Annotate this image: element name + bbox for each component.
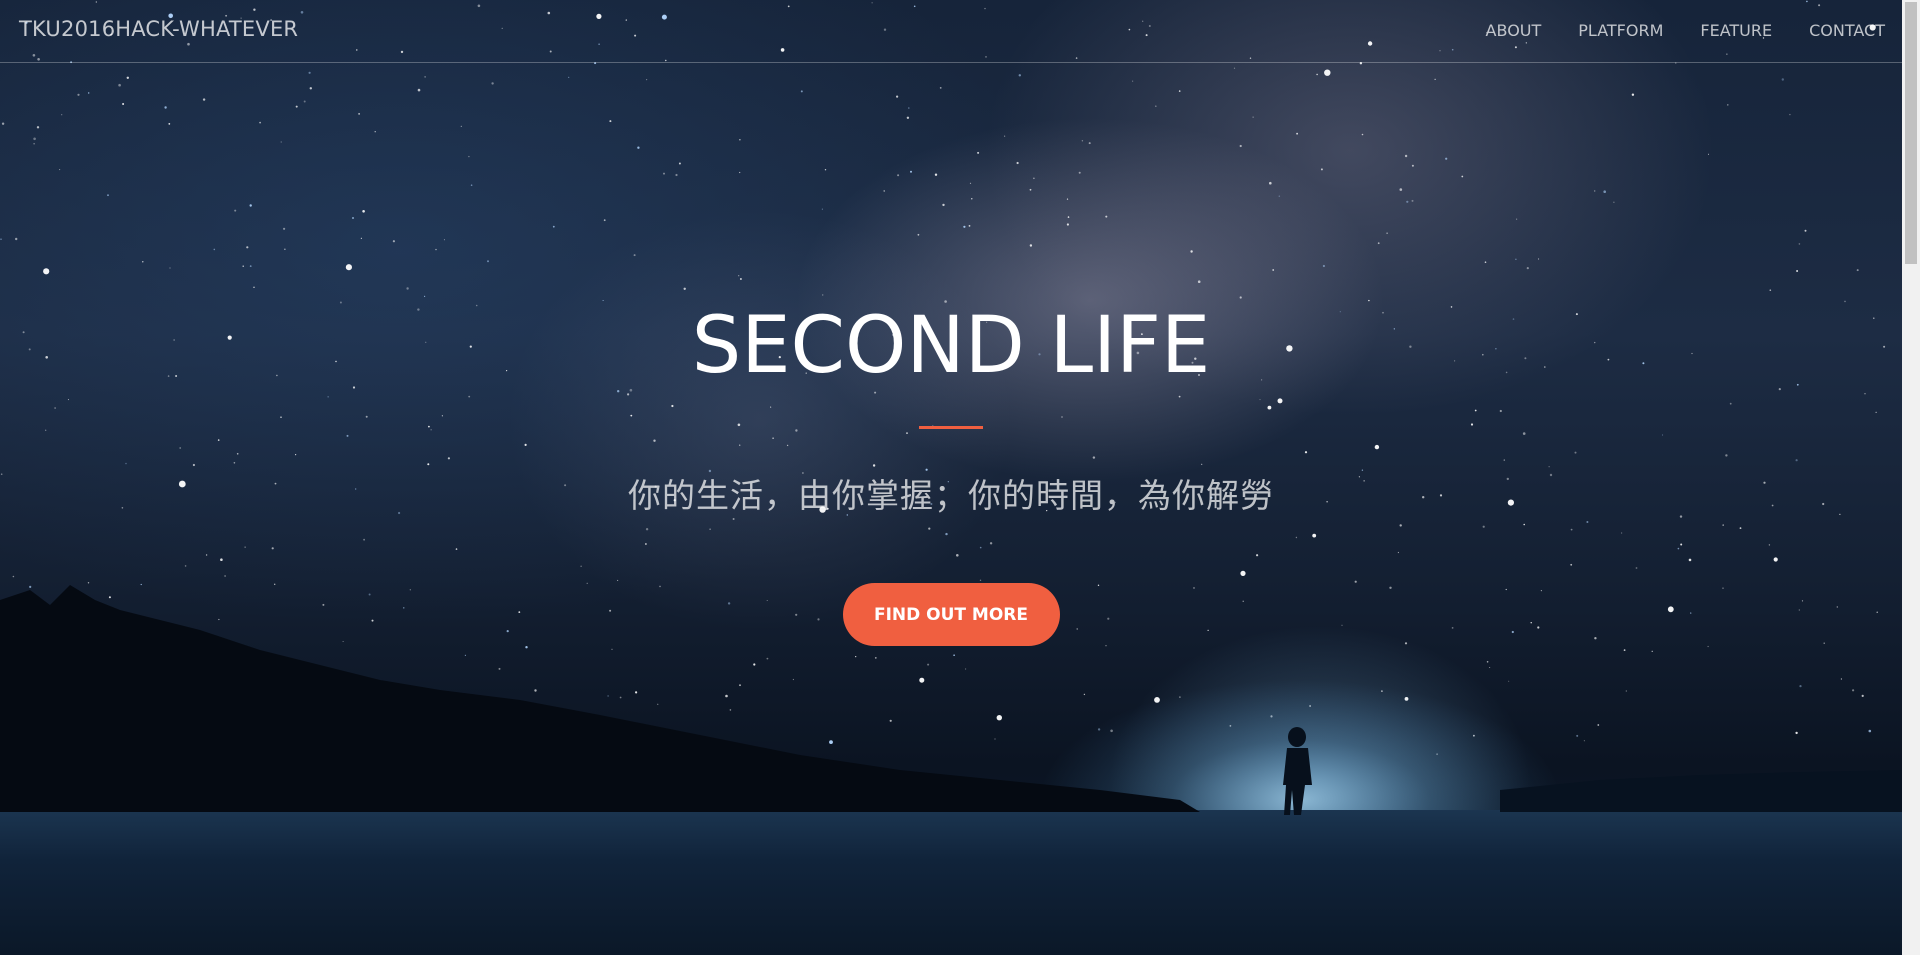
nav-links: ABOUT PLATFORM FEATURE CONTACT [1486,21,1885,40]
vertical-scrollbar[interactable] [1902,0,1920,955]
nav-link-contact[interactable]: CONTACT [1809,21,1885,40]
brand-logo-text[interactable]: TKU2016HACK-WHATEVER [19,17,298,41]
page: TKU2016HACK-WHATEVER ABOUT PLATFORM FEAT… [0,0,1920,955]
nav-link-feature[interactable]: FEATURE [1700,21,1772,40]
hero-subtitle: 你的生活，由你掌握；你的時間，為你解勞 [628,475,1274,515]
top-navbar: TKU2016HACK-WHATEVER ABOUT PLATFORM FEAT… [0,0,1902,63]
hero-content: SECOND LIFE 你的生活，由你掌握；你的時間，為你解勞 FIND OUT… [0,300,1902,646]
hero-title: SECOND LIFE [691,301,1211,391]
hero-divider [919,425,983,429]
nav-link-platform[interactable]: PLATFORM [1578,21,1663,40]
scrollbar-thumb[interactable] [1905,2,1917,264]
find-out-more-button[interactable]: FIND OUT MORE [842,582,1060,646]
nav-link-about[interactable]: ABOUT [1486,21,1542,40]
